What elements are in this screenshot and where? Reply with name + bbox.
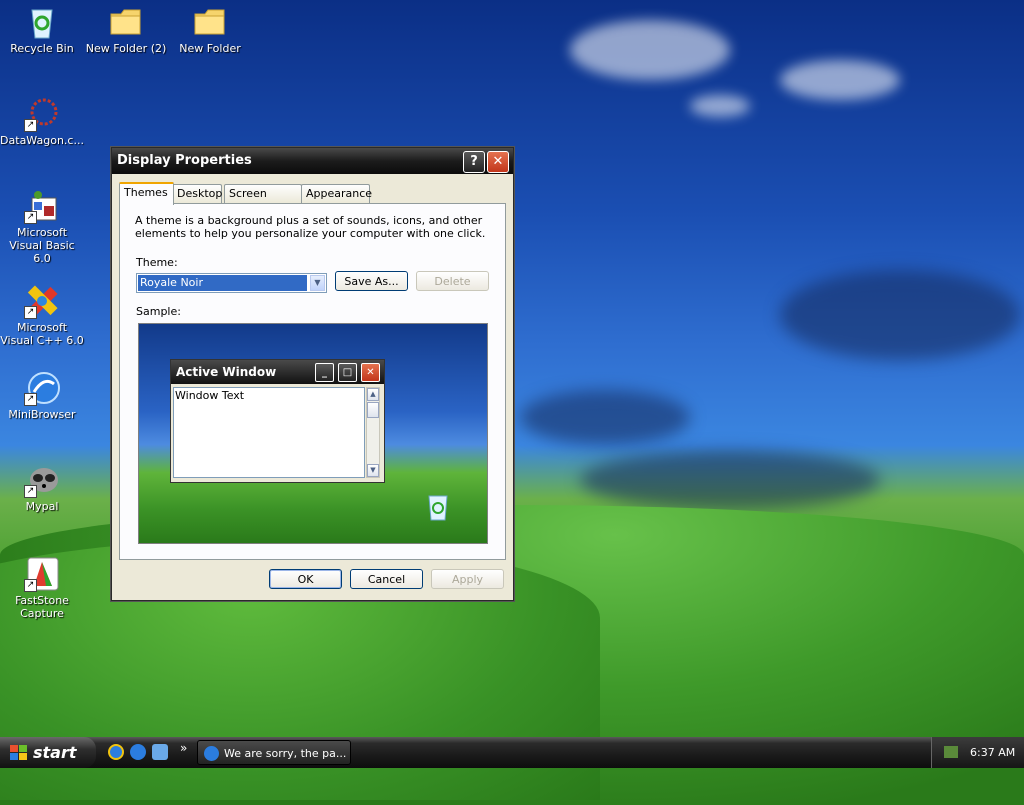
shortcut-arrow-icon: ↗ — [24, 485, 37, 498]
desktop-icon-label: Mypal — [25, 500, 59, 513]
datawagon-icon: ↗ — [24, 96, 60, 132]
scroll-down-icon: ▼ — [367, 464, 379, 477]
network-icon[interactable] — [944, 746, 958, 758]
internet-explorer-icon[interactable] — [108, 744, 124, 760]
window-titlebar[interactable]: Display Properties ? ✕ — [112, 148, 513, 174]
save-as-label: Save As... — [344, 275, 399, 288]
maximize-icon: □ — [338, 363, 357, 382]
shortcut-arrow-icon: ↗ — [24, 306, 37, 319]
shortcut-arrow-icon: ↗ — [24, 393, 37, 406]
apply-label: Apply — [451, 573, 484, 586]
tab-themes[interactable]: Themes — [119, 182, 174, 205]
visual-basic-icon: ↗ — [24, 188, 60, 224]
cancel-label: Cancel — [367, 573, 406, 586]
taskbar-item-browser[interactable]: We are sorry, the pa... — [197, 740, 351, 765]
sample-window-text: Window Text — [173, 387, 365, 478]
minibrowser-icon — [204, 746, 219, 761]
cancel-button[interactable]: Cancel — [350, 569, 423, 589]
desktop-icon-label: Recycle Bin — [10, 42, 74, 55]
help-button[interactable]: ? — [463, 151, 485, 173]
clock[interactable]: 6:37 AM — [970, 737, 1015, 768]
start-label: start — [33, 743, 77, 762]
desktop-icon-label: FastStone Capture — [15, 594, 69, 620]
minibrowser-icon[interactable] — [130, 744, 146, 760]
desktop-icon-visual-cpp[interactable]: ↗ Microsoft Visual C++ 6.0 — [0, 283, 84, 347]
minibrowser-icon: ↗ — [24, 370, 60, 406]
delete-label: Delete — [434, 275, 471, 288]
display-properties-window[interactable]: Display Properties ? ✕ Themes Desktop Sc… — [111, 147, 514, 601]
themes-panel: A theme is a background plus a set of so… — [119, 203, 506, 560]
desktop-icon-datawagon[interactable]: ↗ DataWagon.c... — [0, 96, 84, 147]
tab-appearance[interactable]: Appearance — [301, 184, 373, 203]
theme-select-value: Royale Noir — [138, 275, 307, 291]
window-title: Display Properties — [117, 153, 252, 168]
desktop-icon-new-folder[interactable]: New Folder — [168, 4, 252, 55]
desktop-icon-label: Microsoft Visual C++ 6.0 — [0, 321, 84, 347]
desktop-icon-label: New Folder (2) — [85, 42, 167, 55]
desktop-icon-label: DataWagon.c... — [0, 134, 84, 147]
visual-cpp-icon: ↗ — [24, 283, 60, 319]
desktop-icon-minibrowser[interactable]: ↗ MiniBrowser — [0, 370, 84, 421]
theme-sample-preview: Active Window _ □ ✕ Window Text ▲ ▼ — [138, 323, 488, 544]
theme-label: Theme: — [136, 256, 178, 269]
desktop-icon-label: MiniBrowser — [8, 408, 76, 421]
tab-desktop[interactable]: Desktop — [172, 184, 222, 203]
theme-select[interactable]: Royale Noir ▼ — [136, 273, 327, 293]
windows-flag-icon — [10, 745, 27, 760]
scroll-thumb — [367, 402, 379, 418]
desktop-icon-recycle-bin[interactable]: Recycle Bin — [0, 4, 84, 55]
close-button[interactable]: ✕ — [487, 151, 509, 173]
browser-icon[interactable] — [152, 744, 168, 760]
tab-label: Themes — [124, 186, 168, 199]
recycle-bin-icon — [425, 492, 451, 525]
desktop-icon-faststone-capture[interactable]: ↗ FastStone Capture — [0, 556, 84, 620]
desktop-icon-label: New Folder — [179, 42, 241, 55]
theme-description: A theme is a background plus a set of so… — [135, 214, 486, 240]
delete-button[interactable]: Delete — [416, 271, 489, 291]
apply-button[interactable]: Apply — [431, 569, 504, 589]
desktop-icon-label: Microsoft Visual Basic 6.0 — [9, 226, 75, 265]
tab-label: Desktop — [177, 187, 223, 200]
folder-icon — [108, 4, 144, 40]
taskbar: start » We are sorry, the pa... 6:37 AM — [0, 737, 1024, 768]
shortcut-arrow-icon: ↗ — [24, 119, 37, 132]
close-icon: ✕ — [492, 154, 504, 169]
sample-active-window: Active Window _ □ ✕ Window Text ▲ ▼ — [170, 359, 385, 483]
close-icon: ✕ — [361, 363, 380, 382]
desktop-icon-visual-basic[interactable]: ↗ Microsoft Visual Basic 6.0 — [0, 188, 84, 265]
taskbar-item-label: We are sorry, the pa... — [224, 747, 347, 760]
faststone-capture-icon: ↗ — [24, 556, 60, 592]
desktop-icon-mypal[interactable]: ↗ Mypal — [0, 462, 84, 513]
shortcut-arrow-icon: ↗ — [24, 211, 37, 224]
chevron-down-icon[interactable]: ▼ — [310, 275, 325, 291]
shortcut-arrow-icon: ↗ — [24, 579, 37, 592]
sample-scrollbar: ▲ ▼ — [366, 387, 380, 478]
sample-window-title: Active Window — [176, 365, 277, 379]
folder-icon — [192, 4, 228, 40]
mypal-icon: ↗ — [24, 462, 60, 498]
help-icon: ? — [470, 154, 478, 169]
recycle-bin-icon — [24, 4, 60, 40]
tab-label: Appearance — [306, 187, 373, 200]
ok-label: OK — [297, 573, 314, 586]
scroll-up-icon: ▲ — [367, 388, 379, 401]
save-as-button[interactable]: Save As... — [335, 271, 408, 291]
desktop-icon-new-folder-2[interactable]: New Folder (2) — [84, 4, 168, 55]
tab-screen-saver[interactable]: Screen Saver — [224, 184, 302, 218]
start-button[interactable]: start — [0, 737, 96, 768]
sample-label: Sample: — [136, 305, 181, 318]
system-tray: 6:37 AM — [931, 737, 1024, 768]
ok-button[interactable]: OK — [269, 569, 342, 589]
minimize-icon: _ — [315, 363, 334, 382]
sample-window-titlebar: Active Window _ □ ✕ — [171, 360, 384, 384]
quicklaunch-overflow-icon[interactable]: » — [180, 741, 187, 755]
